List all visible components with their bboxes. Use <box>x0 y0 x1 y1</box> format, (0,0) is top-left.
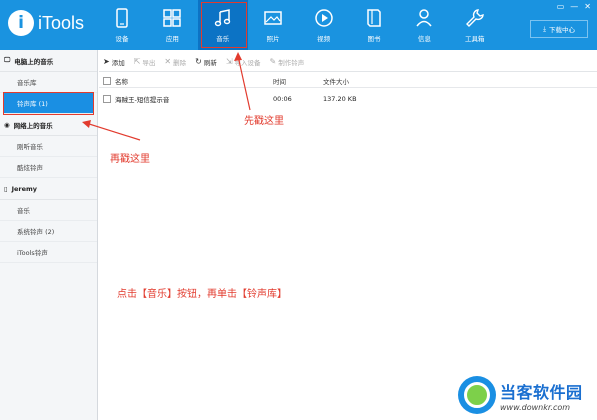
watermark-logo <box>458 376 496 414</box>
annotation-instruction: 点击【音乐】按钮，再单击【铃声库】 <box>117 289 287 300</box>
section-title: 网络上的音乐 <box>13 121 53 130</box>
watermark-url: www.downkr.com <box>500 402 571 412</box>
close-button[interactable]: ✕ <box>584 2 591 11</box>
sidebar-item-music-library[interactable]: 音乐库 <box>0 72 97 93</box>
column-time[interactable]: 时间 <box>273 76 323 86</box>
export-label: 导出 <box>142 58 156 67</box>
wrench-icon <box>465 8 484 27</box>
app-logo: i iTools <box>8 10 84 36</box>
cell-time: 00:06 <box>273 95 292 103</box>
sidebar-item-online-music[interactable]: 刚听音乐 <box>0 136 97 157</box>
sidebar-item-cool-ringtones[interactable]: 酷炫铃声 <box>0 157 97 178</box>
globe-icon: ◉ <box>4 120 10 129</box>
sidebar-item-label: 酷炫铃声 <box>17 164 43 172</box>
nav-video[interactable]: 视频 <box>299 0 349 50</box>
make-ringtone-button[interactable]: ✎ 制作铃声 <box>270 57 305 67</box>
sidebar-item-label: iTools铃声 <box>17 249 48 257</box>
nav-device[interactable]: 设备 <box>97 0 147 50</box>
table-row[interactable]: 海贼王-短信提示音 00:06 137.20 KB <box>99 92 597 106</box>
nav-music[interactable]: 音乐 <box>197 0 248 50</box>
sidebar-item-label: 系统铃声 (2) <box>17 228 55 236</box>
phone-icon <box>116 7 128 28</box>
sidebar-item-label: 音乐 <box>17 207 30 215</box>
nav-label: 图书 <box>367 34 381 43</box>
section-device[interactable]: ▯ Jeremy <box>0 178 97 200</box>
sidebar-item-label: 音乐库 <box>17 79 37 87</box>
sidebar-item-ringtone-library[interactable]: 铃声库 (1) <box>3 92 94 115</box>
watermark: 当客软件园 www.downkr.com <box>458 372 594 418</box>
app-name: iTools <box>38 12 85 33</box>
annotation-second: 再戳这里 <box>110 154 150 165</box>
person-icon <box>416 8 432 26</box>
monitor-icon: 🖵 <box>4 56 11 64</box>
window-controls: ▭ — ✕ <box>557 2 591 11</box>
section-title: 电脑上的音乐 <box>14 57 54 66</box>
delete-icon: ✕ <box>164 57 172 66</box>
sidebar-item-label: 刚听音乐 <box>17 143 43 151</box>
sidebar-item-system-ringtones[interactable]: 系统铃声 (2) <box>0 221 97 242</box>
logo-letter: i <box>18 13 24 33</box>
cell-name: 海贼王-短信提示音 <box>115 96 170 104</box>
select-all-checkbox[interactable] <box>103 76 111 85</box>
download-label: 下载中心 <box>548 26 575 34</box>
play-icon <box>314 8 333 27</box>
sidebar: 🖵 电脑上的音乐 音乐库 铃声库 (1) ◉ 网络上的音乐 刚听音乐 酷炫铃声 … <box>0 50 98 420</box>
download-center-button[interactable]: ⤓ 下载中心 <box>530 20 588 38</box>
download-icon: ⤓ <box>543 24 546 33</box>
nav-info[interactable]: 信息 <box>399 0 449 50</box>
logo-badge: i <box>8 10 34 36</box>
refresh-icon: ↻ <box>195 57 202 66</box>
nav-label: 应用 <box>165 34 179 43</box>
sidebar-item-itools-ringtones[interactable]: iTools铃声 <box>0 242 97 263</box>
nav-label: 信息 <box>417 34 431 43</box>
add-arrow-icon: ➤ <box>103 57 110 66</box>
refresh-button[interactable]: ↻ 刷新 <box>195 57 217 67</box>
watermark-text: 当客软件园 www.downkr.com <box>500 379 583 412</box>
nav-photos[interactable]: 照片 <box>248 0 298 50</box>
column-size[interactable]: 文件大小 <box>323 76 403 86</box>
section-online-music[interactable]: ◉ 网络上的音乐 <box>0 114 97 136</box>
restore-button[interactable]: ▭ <box>557 2 565 11</box>
music-note-icon <box>214 8 230 26</box>
watermark-name: 当客软件园 <box>500 382 583 402</box>
sidebar-item-label: 铃声库 (1) <box>17 100 48 108</box>
minimize-button[interactable]: — <box>570 2 578 11</box>
nav-label: 照片 <box>266 34 280 43</box>
main-nav: 设备 应用 音乐 照片 视频 图书 信息 工具箱 <box>97 0 500 50</box>
annotation-first: 先戳这里 <box>244 116 284 127</box>
import-device-button[interactable]: ⇲ 导入设备 <box>226 57 261 67</box>
import-icon: ⇲ <box>225 57 233 66</box>
nav-toolbox[interactable]: 工具箱 <box>450 0 500 50</box>
sidebar-item-device-music[interactable]: 音乐 <box>0 200 97 221</box>
add-label: 添加 <box>111 58 125 67</box>
cell-size: 137.20 KB <box>323 95 357 103</box>
toolbar: ➤ 添加 ⇱ 导出 ✕ 删除 ↻ 刷新 ⇲ 导入设备 ✎ 制作铃声 <box>99 52 597 72</box>
export-button[interactable]: ⇱ 导出 <box>134 57 156 67</box>
nav-label: 设备 <box>115 34 129 43</box>
make-ringtone-label: 制作铃声 <box>278 58 305 67</box>
delete-button[interactable]: ✕ 删除 <box>164 57 186 67</box>
nav-label: 视频 <box>317 34 331 43</box>
export-icon: ⇱ <box>133 57 141 66</box>
row-checkbox[interactable] <box>103 95 111 103</box>
photo-icon <box>264 10 282 25</box>
section-pc-music[interactable]: 🖵 电脑上的音乐 <box>0 50 97 72</box>
top-bar: i iTools 设备 应用 音乐 照片 视频 图书 信息 工具箱 ▭ — ✕ … <box>0 0 597 50</box>
nav-label: 工具箱 <box>464 34 485 43</box>
nav-label: 音乐 <box>216 34 230 43</box>
wand-icon: ✎ <box>269 57 277 66</box>
apps-icon <box>163 8 182 27</box>
table-header: 名称 时间 文件大小 <box>99 74 597 88</box>
delete-label: 删除 <box>173 58 187 67</box>
book-icon <box>367 8 381 27</box>
device-icon: ▯ <box>4 184 8 193</box>
add-button[interactable]: ➤ 添加 <box>103 57 125 67</box>
import-label: 导入设备 <box>234 58 261 67</box>
nav-books[interactable]: 图书 <box>349 0 399 50</box>
section-title: Jeremy <box>11 184 38 193</box>
column-name[interactable]: 名称 <box>115 76 273 86</box>
nav-apps[interactable]: 应用 <box>147 0 197 50</box>
refresh-label: 刷新 <box>203 58 217 67</box>
